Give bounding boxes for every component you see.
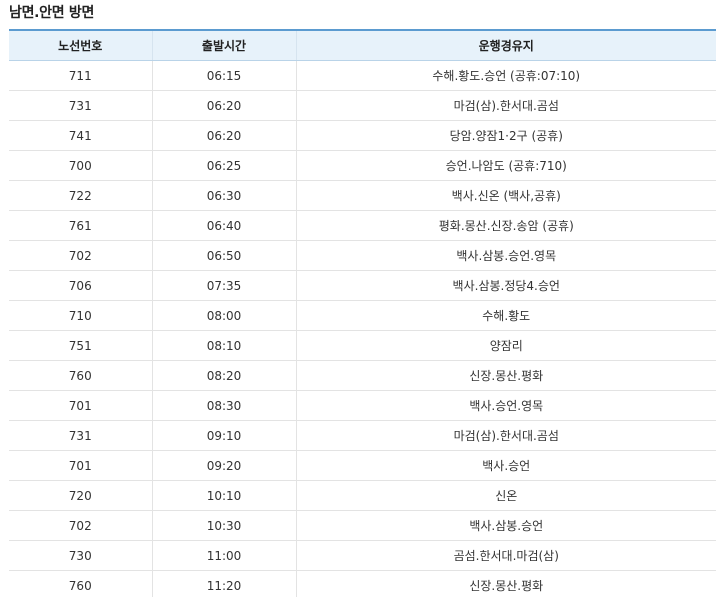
route-number-cell: 700 bbox=[9, 150, 152, 181]
route-stops-cell: 당암.양잠1·2구 (공휴) bbox=[295, 120, 716, 151]
route-stops-cell: 신장.몽산.평화 bbox=[295, 360, 716, 391]
table-row: 761 06:40 평화.몽산.신장.송암 (공휴) bbox=[9, 210, 716, 241]
route-stops-cell: 양잠리 bbox=[295, 330, 716, 361]
route-stops-cell: 백사.삼봉.정당4.승언 bbox=[295, 270, 716, 301]
route-number-cell: 730 bbox=[9, 540, 152, 571]
departure-time-cell: 11:20 bbox=[151, 570, 296, 597]
route-number-cell: 760 bbox=[9, 360, 152, 391]
header-route-number: 노선번호 bbox=[9, 29, 152, 61]
route-stops-cell: 신온 bbox=[295, 480, 716, 511]
table-row: 731 06:20 마검(삼).한서대.곰섬 bbox=[9, 90, 716, 121]
route-number-cell: 720 bbox=[9, 480, 152, 511]
page: 남면.안면 방면 노선번호 출발시간 운행경유지 711 06:15 수해.황도.승… bbox=[0, 0, 716, 597]
table-row: 701 08:30 백사.승언.영목 bbox=[9, 390, 716, 421]
route-number-cell: 711 bbox=[9, 60, 152, 91]
table-row: 731 09:10 마검(삼).한서대.곰섬 bbox=[9, 420, 716, 451]
route-number-cell: 722 bbox=[9, 180, 152, 211]
departure-time-cell: 06:50 bbox=[151, 240, 296, 271]
route-stops-cell: 신장.몽산.평화 bbox=[295, 570, 716, 597]
table-row: 730 11:00 곰섬.한서대.마검(삼) bbox=[9, 540, 716, 571]
table-body: 711 06:15 수해.황도.승언 (공휴:07:10) 731 06:20 마검(삼)… bbox=[9, 60, 716, 597]
table-row: 711 06:15 수해.황도.승언 (공휴:07:10) bbox=[9, 60, 716, 91]
departure-time-cell: 06:15 bbox=[151, 60, 296, 91]
route-stops-cell: 백사.승언.영목 bbox=[295, 390, 716, 421]
header-departure-time: 출발시간 bbox=[151, 29, 296, 61]
route-stops-cell: 수해.황도.승언 (공휴:07:10) bbox=[295, 60, 716, 91]
route-number-cell: 706 bbox=[9, 270, 152, 301]
route-number-cell: 702 bbox=[9, 510, 152, 541]
departure-time-cell: 08:30 bbox=[151, 390, 296, 421]
departure-time-cell: 09:10 bbox=[151, 420, 296, 451]
route-number-cell: 702 bbox=[9, 240, 152, 271]
table-row: 760 08:20 신장.몽산.평화 bbox=[9, 360, 716, 391]
departure-time-cell: 06:40 bbox=[151, 210, 296, 241]
route-stops-cell: 승언.나암도 (공휴:710) bbox=[295, 150, 716, 181]
route-number-cell: 710 bbox=[9, 300, 152, 331]
departure-time-cell: 08:00 bbox=[151, 300, 296, 331]
departure-time-cell: 10:10 bbox=[151, 480, 296, 511]
table-row: 702 10:30 백사.삼봉.승언 bbox=[9, 510, 716, 541]
route-stops-cell: 백사.승언 bbox=[295, 450, 716, 481]
route-stops-cell: 백사.삼봉.승언.영목 bbox=[295, 240, 716, 271]
departure-time-cell: 07:35 bbox=[151, 270, 296, 301]
departure-time-cell: 08:20 bbox=[151, 360, 296, 391]
departure-time-cell: 11:00 bbox=[151, 540, 296, 571]
departure-time-cell: 06:30 bbox=[151, 180, 296, 211]
table-row: 710 08:00 수해.황도 bbox=[9, 300, 716, 331]
table-row: 706 07:35 백사.삼봉.정당4.승언 bbox=[9, 270, 716, 301]
section-title: 남면.안면 방면 bbox=[9, 5, 95, 21]
departure-time-cell: 06:25 bbox=[151, 150, 296, 181]
departure-time-cell: 06:20 bbox=[151, 120, 296, 151]
table-row: 700 06:25 승언.나암도 (공휴:710) bbox=[9, 150, 716, 181]
route-stops-cell: 마검(삼).한서대.곰섬 bbox=[295, 420, 716, 451]
table-row: 741 06:20 당암.양잠1·2구 (공휴) bbox=[9, 120, 716, 151]
table-row: 751 08:10 양잠리 bbox=[9, 330, 716, 361]
route-stops-cell: 곰섬.한서대.마검(삼) bbox=[295, 540, 716, 571]
departure-time-cell: 09:20 bbox=[151, 450, 296, 481]
route-number-cell: 760 bbox=[9, 570, 152, 597]
route-number-cell: 731 bbox=[9, 420, 152, 451]
route-number-cell: 731 bbox=[9, 90, 152, 121]
bus-schedule-table: 노선번호 출발시간 운행경유지 711 06:15 수해.황도.승언 (공휴:07:… bbox=[9, 29, 716, 597]
route-stops-cell: 마검(삼).한서대.곰섬 bbox=[295, 90, 716, 121]
table-row: 701 09:20 백사.승언 bbox=[9, 450, 716, 481]
header-row: 노선번호 출발시간 운행경유지 bbox=[9, 29, 716, 61]
route-stops-cell: 수해.황도 bbox=[295, 300, 716, 331]
table-row: 760 11:20 신장.몽산.평화 bbox=[9, 570, 716, 597]
departure-time-cell: 08:10 bbox=[151, 330, 296, 361]
departure-time-cell: 06:20 bbox=[151, 90, 296, 121]
table-row: 720 10:10 신온 bbox=[9, 480, 716, 511]
table-row: 702 06:50 백사.삼봉.승언.영목 bbox=[9, 240, 716, 271]
route-number-cell: 741 bbox=[9, 120, 152, 151]
route-number-cell: 761 bbox=[9, 210, 152, 241]
route-stops-cell: 백사.삼봉.승언 bbox=[295, 510, 716, 541]
route-number-cell: 701 bbox=[9, 390, 152, 421]
table-header: 노선번호 출발시간 운행경유지 bbox=[9, 29, 716, 61]
table-row: 722 06:30 백사.신온 (백사,공휴) bbox=[9, 180, 716, 211]
route-number-cell: 751 bbox=[9, 330, 152, 361]
departure-time-cell: 10:30 bbox=[151, 510, 296, 541]
header-route-stops: 운행경유지 bbox=[295, 29, 716, 61]
route-number-cell: 701 bbox=[9, 450, 152, 481]
route-stops-cell: 백사.신온 (백사,공휴) bbox=[295, 180, 716, 211]
route-stops-cell: 평화.몽산.신장.송암 (공휴) bbox=[295, 210, 716, 241]
